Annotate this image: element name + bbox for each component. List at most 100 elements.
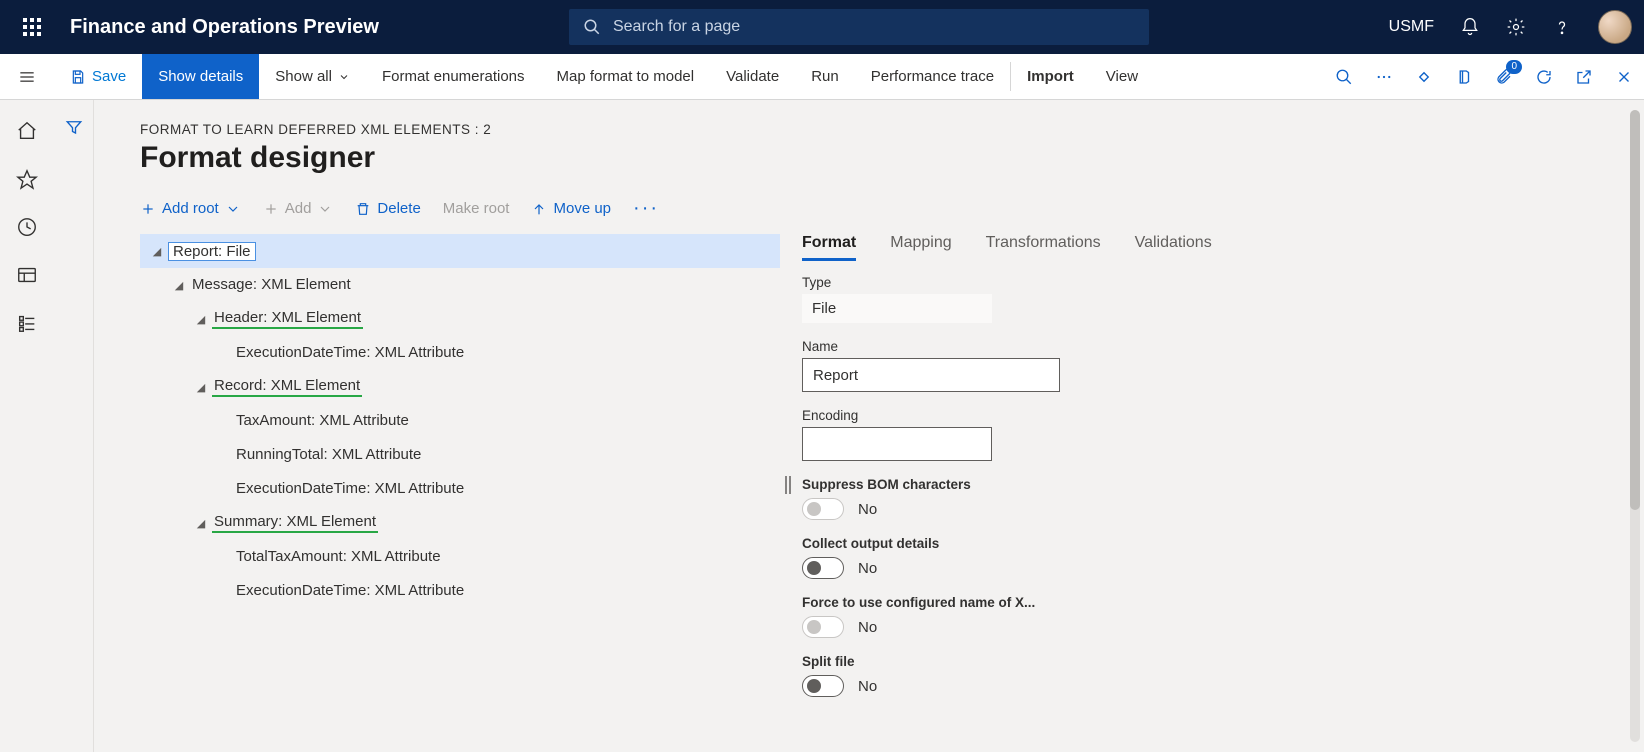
left-rail bbox=[0, 100, 54, 752]
save-button[interactable]: Save bbox=[54, 54, 142, 99]
main-panel: FORMAT TO LEARN DEFERRED XML ELEMENTS : … bbox=[94, 100, 1644, 752]
workspace-icon[interactable] bbox=[16, 264, 38, 286]
name-label: Name bbox=[802, 339, 1594, 354]
office-icon[interactable] bbox=[1444, 54, 1484, 99]
collect-output-label: Collect output details bbox=[802, 536, 1594, 551]
tree-node[interactable]: ◢Report: File bbox=[140, 234, 780, 268]
tab-validations[interactable]: Validations bbox=[1135, 234, 1212, 261]
tree-node[interactable]: ◢ExecutionDateTime: XML Attribute bbox=[140, 336, 780, 370]
tree-node-label: Record: XML Element bbox=[212, 377, 362, 397]
suppress-bom-toggle[interactable] bbox=[802, 498, 844, 520]
tree-node-label: TaxAmount: XML Attribute bbox=[234, 412, 411, 431]
tree-node[interactable]: ◢Message: XML Element bbox=[140, 268, 780, 302]
attachment-badge: 0 bbox=[1506, 60, 1522, 74]
tree-node-label: Report: File bbox=[168, 242, 256, 261]
caret-icon[interactable]: ◢ bbox=[190, 381, 212, 394]
tree-node[interactable]: ◢ExecutionDateTime: XML Attribute bbox=[140, 574, 780, 608]
encoding-label: Encoding bbox=[802, 408, 1594, 423]
popout-icon[interactable] bbox=[1564, 54, 1604, 99]
tree-node[interactable]: ◢TaxAmount: XML Attribute bbox=[140, 404, 780, 438]
refresh-icon[interactable] bbox=[1524, 54, 1564, 99]
save-label: Save bbox=[92, 68, 126, 85]
tree-node[interactable]: ◢ExecutionDateTime: XML Attribute bbox=[140, 472, 780, 506]
search-icon bbox=[583, 18, 601, 36]
validate-button[interactable]: Validate bbox=[710, 54, 795, 99]
star-icon[interactable] bbox=[16, 168, 38, 190]
attachment-icon[interactable]: 0 bbox=[1484, 54, 1524, 99]
tree-node-label: ExecutionDateTime: XML Attribute bbox=[234, 344, 466, 363]
splitter-handle[interactable] bbox=[780, 234, 796, 713]
type-value: File bbox=[802, 294, 992, 323]
global-search[interactable] bbox=[569, 9, 1149, 45]
collect-output-toggle[interactable] bbox=[802, 557, 844, 579]
run-button[interactable]: Run bbox=[795, 54, 855, 99]
bell-icon[interactable] bbox=[1460, 17, 1480, 37]
tree-node[interactable]: ◢TotalTaxAmount: XML Attribute bbox=[140, 540, 780, 574]
caret-icon[interactable]: ◢ bbox=[146, 245, 168, 258]
move-up-button[interactable]: Move up bbox=[531, 200, 611, 217]
chevron-down-icon bbox=[317, 201, 333, 217]
avatar[interactable] bbox=[1598, 10, 1632, 44]
hamburger-icon[interactable] bbox=[0, 54, 54, 100]
home-icon[interactable] bbox=[16, 120, 38, 142]
app-title: Finance and Operations Preview bbox=[70, 16, 379, 39]
format-enumerations-button[interactable]: Format enumerations bbox=[366, 54, 541, 99]
force-name-value: No bbox=[858, 619, 877, 636]
top-nav-bar: Finance and Operations Preview USMF bbox=[0, 0, 1644, 54]
ellipsis-icon[interactable] bbox=[1364, 54, 1404, 99]
tree-toolbar: Add root Add Delete Make root Move up ··… bbox=[140, 197, 1614, 220]
gear-icon[interactable] bbox=[1506, 17, 1526, 37]
add-root-button[interactable]: Add root bbox=[140, 200, 241, 217]
close-icon[interactable] bbox=[1604, 54, 1644, 99]
split-file-value: No bbox=[858, 678, 877, 695]
search-input[interactable] bbox=[613, 18, 1135, 36]
more-icon[interactable]: ··· bbox=[633, 197, 659, 220]
performance-trace-button[interactable]: Performance trace bbox=[855, 54, 1010, 99]
import-button[interactable]: Import bbox=[1011, 54, 1090, 99]
make-root-button: Make root bbox=[443, 200, 510, 217]
legal-entity[interactable]: USMF bbox=[1389, 18, 1434, 36]
force-name-toggle[interactable] bbox=[802, 616, 844, 638]
tab-mapping[interactable]: Mapping bbox=[890, 234, 951, 261]
tree-node[interactable]: ◢Header: XML Element bbox=[140, 302, 780, 336]
name-field[interactable] bbox=[802, 358, 1060, 392]
suppress-bom-value: No bbox=[858, 501, 877, 518]
tree-node-label: Message: XML Element bbox=[190, 276, 353, 295]
modules-icon[interactable] bbox=[16, 312, 38, 334]
filter-icon[interactable] bbox=[65, 118, 83, 752]
encoding-field[interactable] bbox=[802, 427, 992, 461]
content-area: FORMAT TO LEARN DEFERRED XML ELEMENTS : … bbox=[54, 100, 1644, 752]
suppress-bom-label: Suppress BOM characters bbox=[802, 477, 1594, 492]
show-all-button[interactable]: Show all bbox=[259, 54, 366, 99]
map-format-to-model-button[interactable]: Map format to model bbox=[541, 54, 711, 99]
tree-panel: ◢Report: File◢Message: XML Element◢Heade… bbox=[140, 234, 780, 713]
tree-node[interactable]: ◢Summary: XML Element bbox=[140, 506, 780, 540]
tree-node-label: Header: XML Element bbox=[212, 309, 363, 329]
clock-icon[interactable] bbox=[16, 216, 38, 238]
tree-node[interactable]: ◢Record: XML Element bbox=[140, 370, 780, 404]
toolbar-search-icon[interactable] bbox=[1324, 54, 1364, 99]
view-button[interactable]: View bbox=[1090, 54, 1154, 99]
app-launcher-icon[interactable] bbox=[12, 7, 52, 47]
caret-icon[interactable]: ◢ bbox=[168, 279, 190, 292]
show-details-button[interactable]: Show details bbox=[142, 54, 259, 99]
tree-node[interactable]: ◢RunningTotal: XML Attribute bbox=[140, 438, 780, 472]
tab-format[interactable]: Format bbox=[802, 234, 856, 261]
tree-node-label: ExecutionDateTime: XML Attribute bbox=[234, 480, 466, 499]
split-file-label: Split file bbox=[802, 654, 1594, 669]
breadcrumb: FORMAT TO LEARN DEFERRED XML ELEMENTS : … bbox=[140, 122, 1614, 137]
help-icon[interactable] bbox=[1552, 17, 1572, 37]
delete-button[interactable]: Delete bbox=[355, 200, 420, 217]
properties-panel: Format Mapping Transformations Validatio… bbox=[796, 234, 1614, 713]
caret-icon[interactable]: ◢ bbox=[190, 313, 212, 326]
scrollbar[interactable] bbox=[1630, 110, 1640, 742]
chevron-down-icon bbox=[225, 201, 241, 217]
tree-node-label: Summary: XML Element bbox=[212, 513, 378, 533]
properties-tabs: Format Mapping Transformations Validatio… bbox=[802, 234, 1594, 261]
split-file-toggle[interactable] bbox=[802, 675, 844, 697]
tab-transformations[interactable]: Transformations bbox=[986, 234, 1101, 261]
tree-node-label: TotalTaxAmount: XML Attribute bbox=[234, 548, 443, 567]
tree-node-label: RunningTotal: XML Attribute bbox=[234, 446, 423, 465]
diamond-icon[interactable] bbox=[1404, 54, 1444, 99]
caret-icon[interactable]: ◢ bbox=[190, 517, 212, 530]
